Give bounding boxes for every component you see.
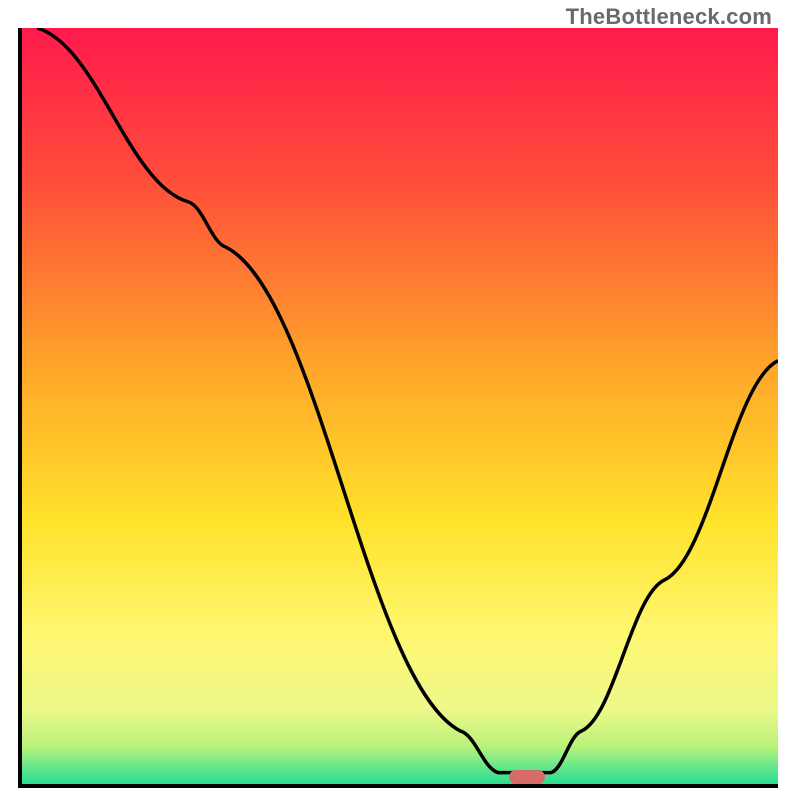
bottleneck-curve — [22, 28, 778, 784]
optimal-point-marker — [509, 770, 545, 784]
chart-plot-area — [18, 28, 778, 788]
watermark: TheBottleneck.com — [566, 4, 772, 30]
